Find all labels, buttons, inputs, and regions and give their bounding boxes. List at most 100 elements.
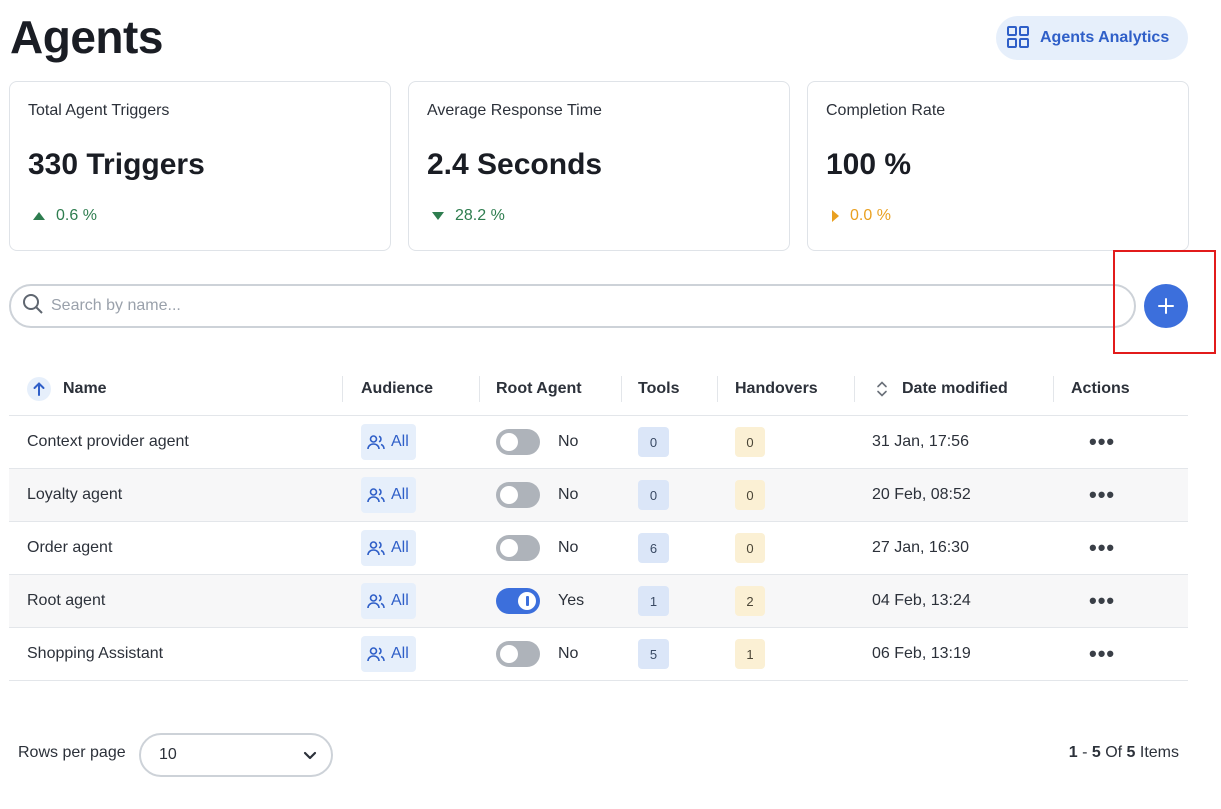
search-bar <box>9 284 1136 328</box>
root-agent-toggle[interactable] <box>496 482 540 508</box>
column-header-root-agent: Root Agent <box>479 362 621 416</box>
column-header-tools: Tools <box>621 362 717 416</box>
users-icon <box>367 647 385 662</box>
tools-count: 1 <box>638 586 669 616</box>
root-agent-value: No <box>558 645 579 662</box>
more-actions-icon[interactable]: ••• <box>1071 643 1115 665</box>
agents-analytics-button[interactable]: Agents Analytics <box>996 16 1188 60</box>
stat-delta-value: 0.6 % <box>56 207 97 224</box>
tools-count: 5 <box>638 639 669 669</box>
handovers-count: 0 <box>735 533 765 563</box>
table-row[interactable]: Context provider agent All No 0 0 31 Jan… <box>9 416 1188 469</box>
triangle-down-icon <box>432 212 444 220</box>
stat-value: 100 % <box>826 148 912 181</box>
stat-delta: 0.6 % <box>32 207 97 225</box>
search-input[interactable] <box>51 297 951 315</box>
column-label: Name <box>63 379 107 397</box>
column-header-date-modified[interactable]: Date modified <box>854 362 1053 416</box>
audience-value: All <box>391 645 409 662</box>
agent-name: Context provider agent <box>27 433 189 450</box>
date-modified: 20 Feb, 08:52 <box>872 486 971 503</box>
table-body: Context provider agent All No 0 0 31 Jan… <box>9 416 1188 681</box>
stat-value: 2.4 Seconds <box>427 148 603 181</box>
audience-value: All <box>391 433 409 450</box>
range-end: 5 <box>1091 744 1101 761</box>
items-label: Items <box>1135 744 1179 761</box>
audience-value: All <box>391 592 409 609</box>
root-agent-toggle[interactable] <box>496 429 540 455</box>
users-icon <box>367 488 385 503</box>
agent-name: Order agent <box>27 539 113 556</box>
root-agent-toggle[interactable] <box>496 535 540 561</box>
pagination-summary: 1 - 5 Of 5 Items <box>1069 744 1179 762</box>
agents-analytics-label: Agents Analytics <box>1040 29 1170 46</box>
stat-delta-value: 28.2 % <box>455 207 505 224</box>
handovers-count: 0 <box>735 480 765 510</box>
date-modified: 27 Jan, 16:30 <box>872 539 969 556</box>
column-header-handovers: Handovers <box>717 362 854 416</box>
column-header-name[interactable]: Name <box>9 362 342 416</box>
stat-card-response-time: Average Response Time 2.4 Seconds 28.2 % <box>408 81 790 251</box>
sort-ascending-icon[interactable] <box>27 376 51 401</box>
of-label: Of <box>1100 744 1127 761</box>
stat-value: 330 Triggers <box>28 148 205 181</box>
tools-count: 6 <box>638 533 669 563</box>
handovers-count: 0 <box>735 427 765 457</box>
date-modified: 04 Feb, 13:24 <box>872 592 971 609</box>
handovers-count: 2 <box>735 586 765 616</box>
date-modified: 06 Feb, 13:19 <box>872 645 971 662</box>
triangle-up-icon <box>33 212 45 220</box>
stat-delta: 28.2 % <box>431 207 505 225</box>
root-agent-value: No <box>558 539 579 556</box>
more-actions-icon[interactable]: ••• <box>1071 590 1115 612</box>
audience-value: All <box>391 539 409 556</box>
table-row[interactable]: Root agent All Yes 1 2 04 Feb, 13:24 ••• <box>9 575 1188 628</box>
root-agent-toggle[interactable] <box>496 641 540 667</box>
table-header: Name Audience Root Agent Tools Handovers… <box>9 362 1188 416</box>
root-agent-value: No <box>558 486 579 503</box>
audience-chip[interactable]: All <box>361 530 416 566</box>
tools-count: 0 <box>638 480 669 510</box>
audience-chip[interactable]: All <box>361 424 416 460</box>
stat-title: Average Response Time <box>427 102 602 119</box>
stat-card-completion-rate: Completion Rate 100 % 0.0 % <box>807 81 1189 251</box>
rows-per-page-value: 10 <box>159 746 177 763</box>
triangle-right-icon <box>832 210 839 222</box>
date-modified: 31 Jan, 17:56 <box>872 433 969 450</box>
more-actions-icon[interactable]: ••• <box>1071 537 1115 559</box>
root-agent-toggle[interactable] <box>496 588 540 614</box>
range-start: 1 <box>1068 744 1078 761</box>
more-actions-icon[interactable]: ••• <box>1071 484 1115 506</box>
stat-card-triggers: Total Agent Triggers 330 Triggers 0.6 % <box>9 81 391 251</box>
table-row[interactable]: Order agent All No 6 0 27 Jan, 16:30 ••• <box>9 522 1188 575</box>
sort-toggle-icon[interactable] <box>876 380 888 398</box>
agent-name: Root agent <box>27 592 106 609</box>
grid-icon <box>1006 25 1030 52</box>
search-icon <box>21 292 45 321</box>
column-label: Date modified <box>902 379 1008 397</box>
agents-table: Name Audience Root Agent Tools Handovers… <box>9 362 1188 681</box>
more-actions-icon[interactable]: ••• <box>1071 431 1115 453</box>
stat-title: Completion Rate <box>826 102 946 119</box>
audience-chip[interactable]: All <box>361 636 416 672</box>
table-row[interactable]: Loyalty agent All No 0 0 20 Feb, 08:52 •… <box>9 469 1188 522</box>
agent-name: Loyalty agent <box>27 486 123 503</box>
column-label: Audience <box>361 379 434 397</box>
audience-chip[interactable]: All <box>361 583 416 619</box>
rows-per-page-label: Rows per page <box>18 744 126 761</box>
users-icon <box>367 594 385 609</box>
stat-delta: 0.0 % <box>830 207 891 225</box>
page-title: Agents <box>10 11 163 63</box>
tools-count: 0 <box>638 427 669 457</box>
column-header-audience: Audience <box>342 362 479 416</box>
table-row[interactable]: Shopping Assistant All No 5 1 06 Feb, 13… <box>9 628 1188 681</box>
column-label: Root Agent <box>496 379 582 397</box>
audience-chip[interactable]: All <box>361 477 416 513</box>
root-agent-value: Yes <box>558 592 585 609</box>
stat-title: Total Agent Triggers <box>28 102 170 119</box>
stat-delta-value: 0.0 % <box>850 207 891 224</box>
highlight-box <box>1113 250 1216 354</box>
rows-per-page-select[interactable]: 10 <box>139 733 333 777</box>
users-icon <box>367 541 385 556</box>
root-agent-value: No <box>558 433 579 450</box>
